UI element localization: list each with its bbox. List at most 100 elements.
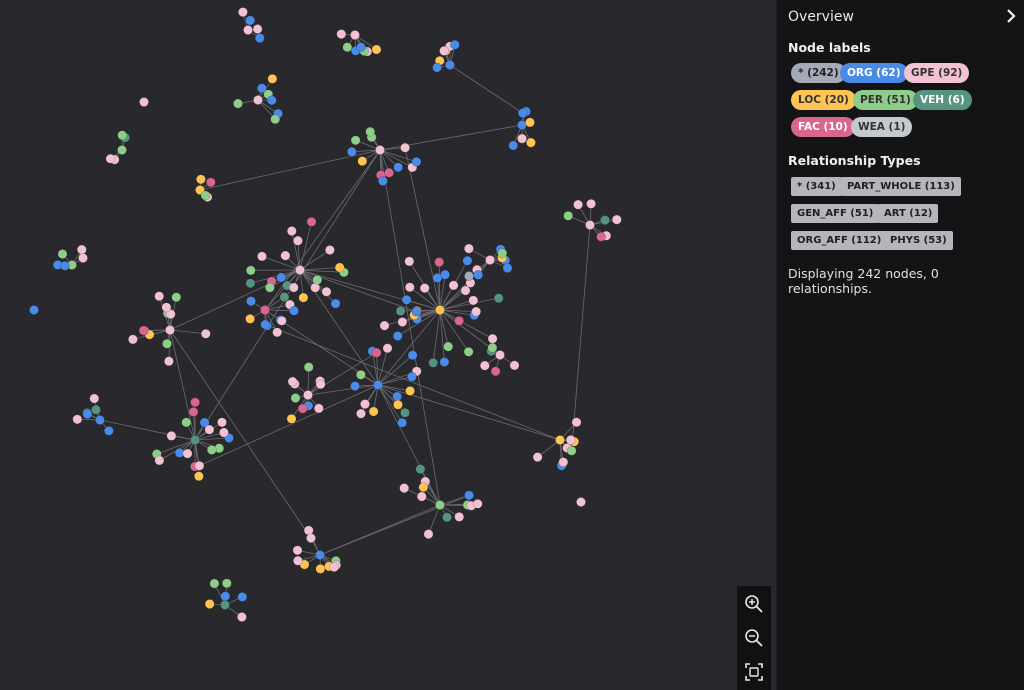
collapse-panel-button[interactable] <box>1003 8 1019 24</box>
graph-node[interactable] <box>576 497 586 507</box>
graph-node[interactable] <box>312 274 323 285</box>
graph-node[interactable] <box>290 393 301 403</box>
graph-node[interactable] <box>397 417 407 428</box>
graph-node[interactable] <box>209 578 220 589</box>
graph-node[interactable] <box>368 406 379 417</box>
graph-node[interactable] <box>276 315 287 326</box>
graph-node[interactable] <box>596 231 606 242</box>
rel-type-tag-phys[interactable]: PHYS (53) <box>884 231 953 250</box>
graph-node[interactable] <box>454 512 465 522</box>
graph-node[interactable] <box>190 397 200 408</box>
graph-node[interactable] <box>139 97 149 107</box>
rel-type-tag-gen-aff[interactable]: GEN_AFF (51) <box>791 204 880 223</box>
graph-node[interactable] <box>257 251 267 262</box>
graph-node[interactable] <box>334 262 345 273</box>
graph-node[interactable] <box>286 226 297 236</box>
graph-node[interactable] <box>181 417 192 428</box>
graph-node[interactable] <box>292 555 303 566</box>
graph-node[interactable] <box>355 369 366 380</box>
graph-node[interactable] <box>464 271 474 281</box>
rel-type-tag-org-aff[interactable]: ORG_AFF (112) <box>791 231 888 250</box>
graph-node[interactable] <box>182 448 193 459</box>
graph-node[interactable] <box>306 216 317 227</box>
graph-node[interactable] <box>487 342 498 353</box>
graph-node[interactable] <box>371 347 382 358</box>
graph-node[interactable] <box>454 315 464 326</box>
graph-node[interactable] <box>463 346 474 357</box>
graph-node[interactable] <box>356 42 366 53</box>
graph-node[interactable] <box>272 327 283 338</box>
graph-node[interactable] <box>105 153 116 164</box>
graph-node[interactable] <box>487 333 498 344</box>
graph-canvas[interactable] <box>0 0 776 690</box>
graph-node[interactable] <box>435 305 445 315</box>
graph-node[interactable] <box>78 253 88 263</box>
zoom-out-button[interactable] <box>742 626 766 650</box>
graph-node[interactable] <box>346 146 357 157</box>
graph-node[interactable] <box>411 306 422 317</box>
graph-node[interactable] <box>472 498 483 509</box>
graph-node[interactable] <box>246 296 256 306</box>
graph-node[interactable] <box>485 255 495 265</box>
graph-node[interactable] <box>490 366 501 377</box>
graph-node[interactable] <box>220 591 231 602</box>
graph-node[interactable] <box>127 334 138 345</box>
graph-node[interactable] <box>205 177 216 188</box>
graph-node[interactable] <box>432 62 442 73</box>
graph-node[interactable] <box>400 142 410 153</box>
graph-node[interactable] <box>379 320 390 331</box>
graph-node[interactable] <box>445 60 455 70</box>
graph-node[interactable] <box>245 278 256 289</box>
graph-node[interactable] <box>220 600 230 610</box>
graph-node[interactable] <box>393 399 403 410</box>
graph-node[interactable] <box>218 427 229 438</box>
graph-node[interactable] <box>206 444 217 455</box>
graph-node[interactable] <box>428 357 439 368</box>
graph-node[interactable] <box>405 385 415 396</box>
graph-node[interactable] <box>434 257 445 267</box>
graph-node[interactable] <box>236 612 247 622</box>
graph-node[interactable] <box>397 317 408 327</box>
graph-node[interactable] <box>95 415 105 425</box>
graph-node[interactable] <box>442 512 452 523</box>
rel-type-tag-art[interactable]: ART (12) <box>878 204 939 223</box>
graph-node[interactable] <box>221 578 232 589</box>
graph-node[interactable] <box>287 376 298 387</box>
graph-node[interactable] <box>200 328 211 339</box>
graph-node[interactable] <box>443 341 454 352</box>
graph-node[interactable] <box>195 174 206 185</box>
rel-type-tag-all[interactable]: * (341) <box>791 177 842 196</box>
graph-node[interactable] <box>204 424 215 435</box>
graph-node[interactable] <box>161 302 172 313</box>
node-label-chip-loc[interactable]: LOC (20) <box>791 90 856 110</box>
graph-node[interactable] <box>243 25 253 35</box>
graph-node[interactable] <box>237 7 248 18</box>
graph-node[interactable] <box>448 280 459 291</box>
graph-node[interactable] <box>256 83 267 94</box>
zoom-in-button[interactable] <box>742 592 766 616</box>
rel-type-tag-part-whole[interactable]: PART_WHOLE (113) <box>841 177 961 196</box>
graph-node[interactable] <box>286 413 297 424</box>
graph-node[interactable] <box>449 39 460 50</box>
graph-node[interactable] <box>471 306 481 317</box>
graph-visualization[interactable] <box>0 0 776 690</box>
graph-node[interactable] <box>237 592 248 602</box>
graph-node[interactable] <box>415 464 426 474</box>
graph-node[interactable] <box>419 283 430 293</box>
node-label-chip-all[interactable]: * (242) <box>791 63 846 83</box>
graph-node[interactable] <box>473 269 484 280</box>
graph-node[interactable] <box>509 360 520 371</box>
graph-node[interactable] <box>384 167 394 178</box>
graph-node[interactable] <box>163 356 174 367</box>
graph-node[interactable] <box>117 130 128 141</box>
graph-node[interactable] <box>72 414 83 425</box>
graph-node[interactable] <box>245 15 256 26</box>
graph-node[interactable] <box>289 305 299 316</box>
graph-node[interactable] <box>393 162 404 173</box>
graph-node[interactable] <box>497 248 508 259</box>
graph-node[interactable] <box>350 135 361 146</box>
graph-node[interactable] <box>252 24 263 34</box>
graph-node[interactable] <box>330 298 341 309</box>
graph-node[interactable] <box>586 198 596 209</box>
fit-to-screen-button[interactable] <box>742 660 766 684</box>
